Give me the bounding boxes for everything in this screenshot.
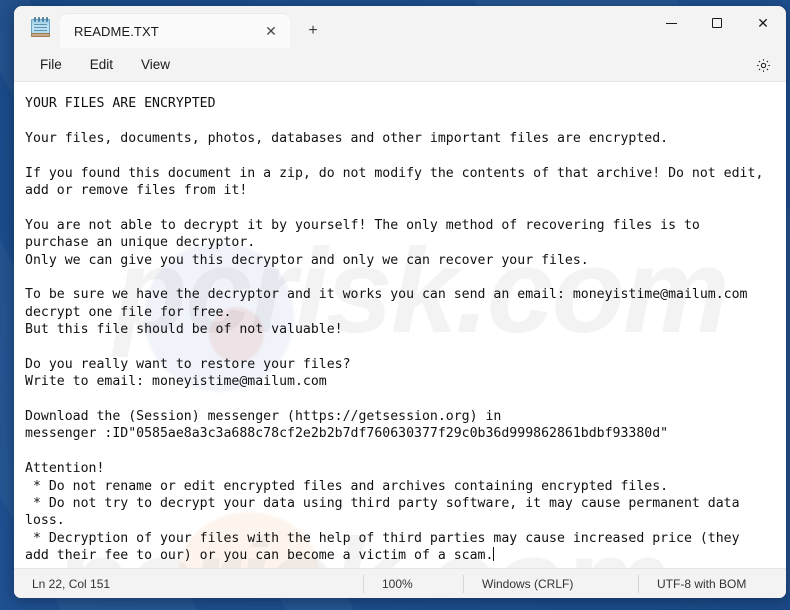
text-line: messenger :ID"0585ae8a3c3a688c78cf2e2b2b… <box>25 426 669 442</box>
text-line <box>25 269 786 286</box>
window-controls: ✕ <box>648 6 786 40</box>
tab-readme[interactable]: README.TXT ✕ <box>60 14 290 48</box>
text-line: * Do not rename or edit encrypted files … <box>25 478 669 494</box>
text-line: * Do not try to decrypt your data using … <box>25 495 740 511</box>
text-line <box>25 443 786 460</box>
text-line: loss. <box>25 513 65 529</box>
line-endings-status[interactable]: Windows (CRLF) <box>463 574 638 593</box>
text-editor-area[interactable]: pcrisk.com pcrisk.com YOUR FILES ARE ENC… <box>14 82 786 568</box>
tab-strip: README.TXT ✕ + <box>14 6 330 48</box>
text-line: Download the (Session) messenger (https:… <box>25 409 502 425</box>
menu-item-edit[interactable]: Edit <box>80 53 123 76</box>
text-line: decrypt one file for free. <box>25 304 232 320</box>
tab-title: README.TXT <box>74 23 159 39</box>
menu-item-view[interactable]: View <box>131 53 180 76</box>
menu-bar: File Edit View <box>14 48 786 82</box>
text-line <box>25 199 786 216</box>
zoom-level-status[interactable]: 100% <box>363 574 463 593</box>
text-line <box>25 147 786 164</box>
text-line: Write to email: moneyistime@mailum.com <box>25 374 327 390</box>
text-line: You are not able to decrypt it by yourse… <box>25 217 700 233</box>
text-line: To be sure we have the decryptor and it … <box>25 287 748 303</box>
text-line: YOUR FILES ARE ENCRYPTED <box>25 96 216 111</box>
maximize-icon[interactable] <box>694 6 740 40</box>
ransom-note-text[interactable]: YOUR FILES ARE ENCRYPTED Your files, doc… <box>14 82 786 565</box>
text-line <box>25 338 786 355</box>
close-icon[interactable]: ✕ <box>740 6 786 40</box>
notepad-window: README.TXT ✕ + ✕ File Edit View pcrisk.c… <box>14 6 786 598</box>
new-tab-icon[interactable]: + <box>296 16 330 46</box>
text-line <box>25 391 786 408</box>
text-line: But this file should be of not valuable! <box>25 322 343 338</box>
text-line: add or remove files from it! <box>25 182 248 198</box>
notepad-icon <box>30 17 50 37</box>
menu-item-file[interactable]: File <box>30 53 72 76</box>
title-bar: README.TXT ✕ + ✕ <box>14 6 786 48</box>
text-caret <box>493 547 495 562</box>
text-line: If you found this document in a zip, do … <box>25 165 764 181</box>
cursor-position-status[interactable]: Ln 22, Col 151 <box>14 577 363 591</box>
gear-icon[interactable] <box>750 53 776 77</box>
text-line: * Decryption of your files with the help… <box>25 530 740 546</box>
minimize-icon[interactable] <box>648 6 694 40</box>
text-line: purchase an unique decryptor. <box>25 235 256 251</box>
text-line <box>25 112 786 129</box>
text-line: Do you really want to restore your files… <box>25 356 351 372</box>
status-bar: Ln 22, Col 151 100% Windows (CRLF) UTF-8… <box>14 568 786 598</box>
encoding-status[interactable]: UTF-8 with BOM <box>638 574 786 593</box>
app-icon-container <box>20 6 60 48</box>
text-line: Your files, documents, photos, databases… <box>25 130 669 146</box>
text-line: Only we can give you this decryptor and … <box>25 252 589 268</box>
text-line: add their fee to our) or you can become … <box>25 547 495 564</box>
tab-close-icon[interactable]: ✕ <box>258 19 284 43</box>
text-line: Attention! <box>25 461 105 477</box>
